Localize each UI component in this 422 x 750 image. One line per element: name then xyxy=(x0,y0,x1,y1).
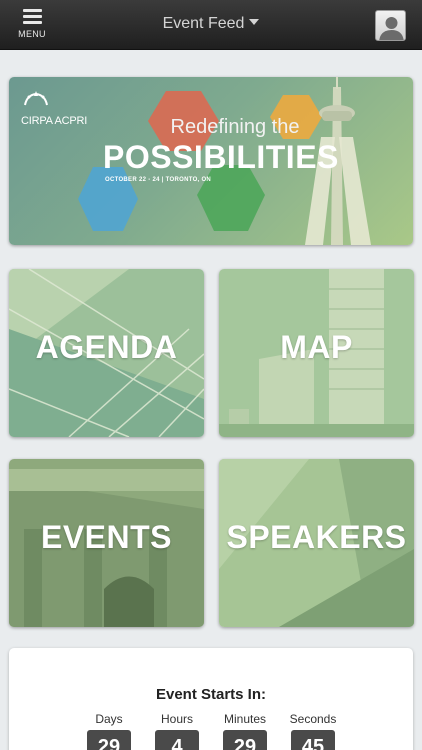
countdown-value: 45 xyxy=(291,730,335,750)
event-feed-dropdown[interactable]: Event Feed xyxy=(0,15,422,33)
tile-speakers[interactable]: SPEAKERS xyxy=(219,459,414,627)
banner-headline: POSSIBILITIES xyxy=(103,139,339,175)
countdown-seconds: Seconds 45 xyxy=(283,712,343,750)
event-dates: OCTOBER 22 - 24 | TORONTO, ON xyxy=(105,177,212,183)
countdown-label: Seconds xyxy=(289,712,337,726)
feed-title-label: Event Feed xyxy=(162,15,245,32)
countdown-minutes: Minutes 29 xyxy=(215,712,275,750)
countdown-days: Days 29 xyxy=(79,712,139,750)
user-avatar-button[interactable] xyxy=(375,10,406,41)
tile-agenda[interactable]: AGENDA xyxy=(9,269,204,437)
countdown-card: Event Starts In: Days 29 Hours 4 Minutes… xyxy=(9,648,413,750)
user-avatar-icon xyxy=(379,17,404,40)
top-nav-bar: MENU Event Feed xyxy=(0,0,422,50)
banner-tagline: Redefining the xyxy=(170,116,300,138)
tile-label: AGENDA xyxy=(35,329,178,365)
tile-map[interactable]: MAP xyxy=(219,269,414,437)
countdown-label: Days xyxy=(95,712,123,726)
countdown-label: Minutes xyxy=(223,712,267,726)
countdown-value: 29 xyxy=(87,730,131,750)
countdown-value: 4 xyxy=(155,730,199,750)
countdown-title: Event Starts In: xyxy=(155,686,267,703)
event-banner[interactable]: CIRPA ACPRI Redefining the POSSIBILITIES… xyxy=(9,77,413,245)
tile-label: SPEAKERS xyxy=(226,519,407,555)
tile-label: MAP xyxy=(280,329,353,365)
countdown-value: 29 xyxy=(223,730,267,750)
caret-down-icon xyxy=(249,19,260,25)
countdown-label: Hours xyxy=(160,712,193,726)
tile-label: EVENTS xyxy=(40,519,173,555)
countdown-hours: Hours 4 xyxy=(147,712,207,750)
tile-events[interactable]: EVENTS xyxy=(9,459,204,627)
maple-crest-icon xyxy=(24,91,48,106)
